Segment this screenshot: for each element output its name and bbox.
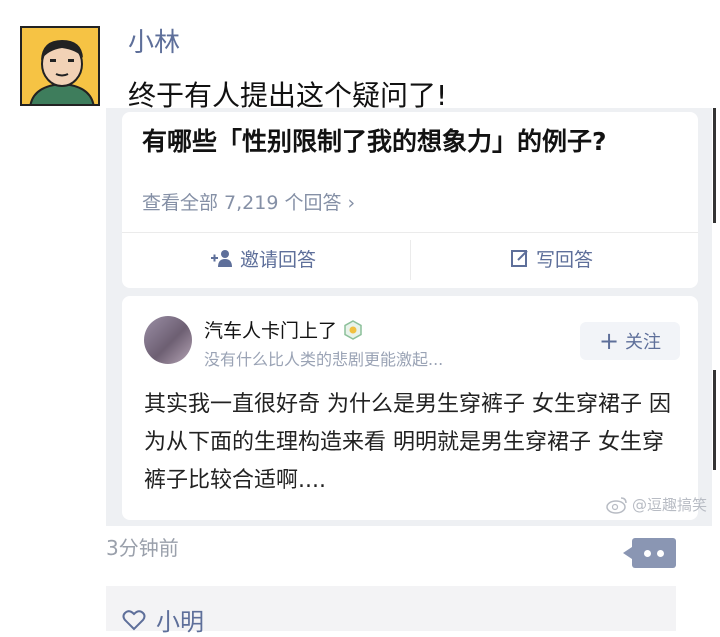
liker-name[interactable]: 小明 (156, 602, 204, 637)
post-author-name[interactable]: 小林 (128, 22, 180, 59)
verified-icon (344, 319, 362, 340)
write-answer-button[interactable]: 写回答 (510, 242, 593, 274)
add-user-icon (211, 250, 232, 267)
comment-dot (644, 550, 651, 557)
answer-card[interactable]: 汽车人卡门上了 没有什么比人类的悲剧更能激起... + 关注 其实我一直很好奇 … (122, 296, 698, 520)
write-answer-label: 写回答 (536, 248, 594, 271)
likes-row: 小明 (122, 602, 204, 637)
divider (122, 232, 698, 233)
answer-author-name: 汽车人卡门上了 (204, 320, 338, 342)
watermark: @逗趣搞笑 (606, 494, 707, 515)
plus-icon: + (598, 327, 620, 355)
invite-answer-label: 邀请回答 (240, 248, 317, 271)
follow-button[interactable]: + 关注 (580, 322, 680, 360)
divider (410, 240, 411, 280)
question-title[interactable]: 有哪些「性别限制了我的想象力」的例子? (142, 122, 607, 158)
likes-bar: 小明 (106, 586, 676, 636)
edge-line (713, 108, 716, 223)
follow-label: 关注 (625, 332, 662, 353)
invite-answer-button[interactable]: 邀请回答 (210, 242, 316, 274)
answer-author-avatar[interactable] (144, 316, 192, 364)
edit-icon (511, 250, 528, 267)
cartoon-face-icon (22, 28, 98, 104)
watermark-text: @逗趣搞笑 (632, 496, 708, 514)
weibo-icon (606, 496, 627, 514)
view-all-answers-link[interactable]: 查看全部 7,219 个回答 › (142, 188, 355, 215)
question-card[interactable]: 有哪些「性别限制了我的想象力」的例子? 查看全部 7,219 个回答 › 邀请回… (122, 112, 698, 288)
answer-author[interactable]: 汽车人卡门上了 (204, 316, 363, 343)
comment-icon[interactable] (623, 538, 676, 568)
answer-body[interactable]: 其实我一直很好奇 为什么是男生穿裤子 女生穿裙子 因为从下面的生理构造来看 明明… (144, 386, 684, 500)
answer-author-bio: 没有什么比人类的悲剧更能激起... (204, 350, 444, 369)
comment-dot (657, 550, 664, 557)
heart-icon (122, 609, 146, 630)
user-avatar[interactable] (20, 26, 100, 106)
edge-line (713, 370, 716, 470)
post-timestamp: 3分钟前 (106, 536, 179, 560)
